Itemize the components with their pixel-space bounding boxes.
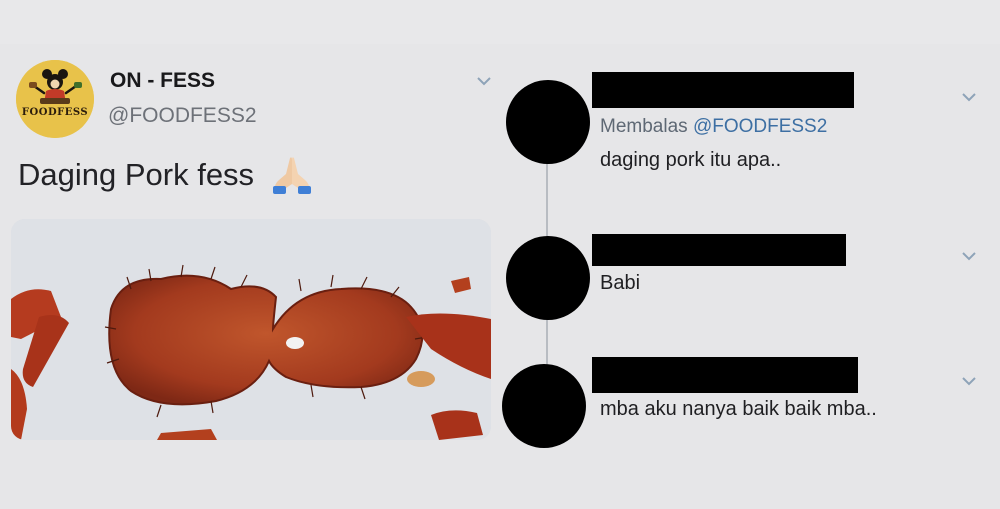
fried-pork-photo bbox=[11, 219, 491, 440]
reply-1-replying-to-label: Membalas bbox=[600, 116, 688, 137]
reply-1-text: daging pork itu apa.. bbox=[600, 149, 782, 171]
tweet-handle[interactable]: @FOODFESS2 bbox=[108, 104, 257, 128]
foodfess-avatar[interactable]: FOODFESS bbox=[16, 60, 94, 138]
reply-3-name-redacted bbox=[592, 357, 858, 393]
tweet-text: Daging Pork fess bbox=[18, 157, 255, 192]
foodfess-logo-icon bbox=[16, 60, 94, 138]
reply-2-avatar-redacted[interactable] bbox=[506, 236, 590, 320]
foodfess-logo-text: FOODFESS bbox=[21, 107, 89, 118]
reply-1-mention-link[interactable]: @FOODFESS2 bbox=[693, 116, 827, 137]
folded-hands-emoji-icon bbox=[271, 154, 313, 196]
tweet-photo[interactable] bbox=[11, 219, 491, 440]
reply-1-replying-to: Membalas @FOODFESS2 bbox=[600, 116, 827, 138]
reply-2-name-redacted bbox=[592, 234, 846, 266]
reply-1-name-redacted bbox=[592, 72, 854, 108]
tweet-menu-chevron-down-icon[interactable] bbox=[477, 76, 491, 86]
reply-3-text: mba aku nanya baik baik mba.. bbox=[600, 398, 877, 420]
reply-1-chevron-down-icon[interactable] bbox=[962, 92, 976, 102]
top-edge bbox=[0, 0, 1000, 44]
reply-3-chevron-down-icon[interactable] bbox=[962, 376, 976, 386]
tweet-display-name[interactable]: ON - FESS bbox=[110, 69, 215, 93]
reply-2-chevron-down-icon[interactable] bbox=[962, 251, 976, 261]
reply-3-avatar-redacted[interactable] bbox=[502, 364, 586, 448]
reply-2-text: Babi bbox=[600, 272, 641, 294]
reply-1-avatar-redacted[interactable] bbox=[506, 80, 590, 164]
